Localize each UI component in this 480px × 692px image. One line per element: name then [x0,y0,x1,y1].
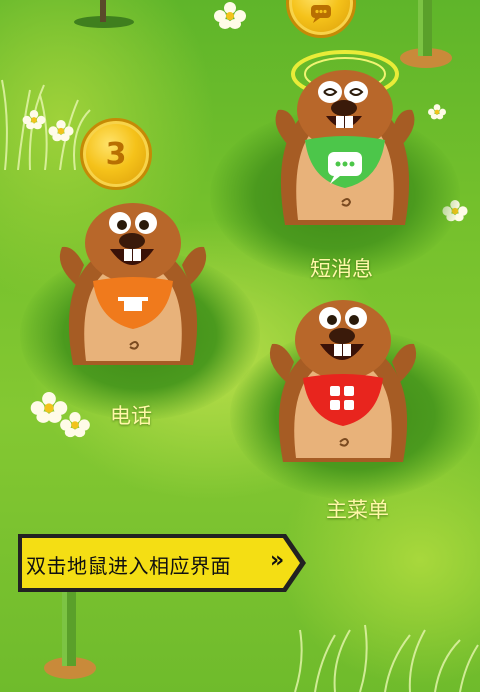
chat-bubble-icon [311,5,331,23]
game-field: 3 短消息 电话 主菜单 双击地鼠进入相应界面 » [0,0,480,692]
wooden-stake-bottom-left [44,590,96,679]
daisy-flower-icon [214,2,246,29]
badge-count: 3 [105,136,127,172]
hint-banner: 双击地鼠进入相应界面 » [16,530,308,596]
mole-label-messages: 短消息 [310,257,373,281]
double-chevron-right-icon: » [270,548,285,573]
coin-badge: 3 [80,118,152,190]
stake-top-left [74,0,134,28]
mole-main-menu[interactable] [258,282,428,472]
daisy-flower-icon [60,412,90,438]
mole-phone[interactable] [48,185,218,375]
daisy-flower-icon [48,120,74,142]
hint-banner-text: 双击地鼠进入相应界面 [26,554,231,578]
daisy-flower-icon [428,104,446,120]
mole-label-phone: 电话 [110,404,152,428]
daisy-flower-icon [22,110,46,130]
mole-messages[interactable] [260,20,430,235]
mole-label-main-menu: 主菜单 [326,498,389,522]
grass-tuft-bottom-right [294,624,479,692]
